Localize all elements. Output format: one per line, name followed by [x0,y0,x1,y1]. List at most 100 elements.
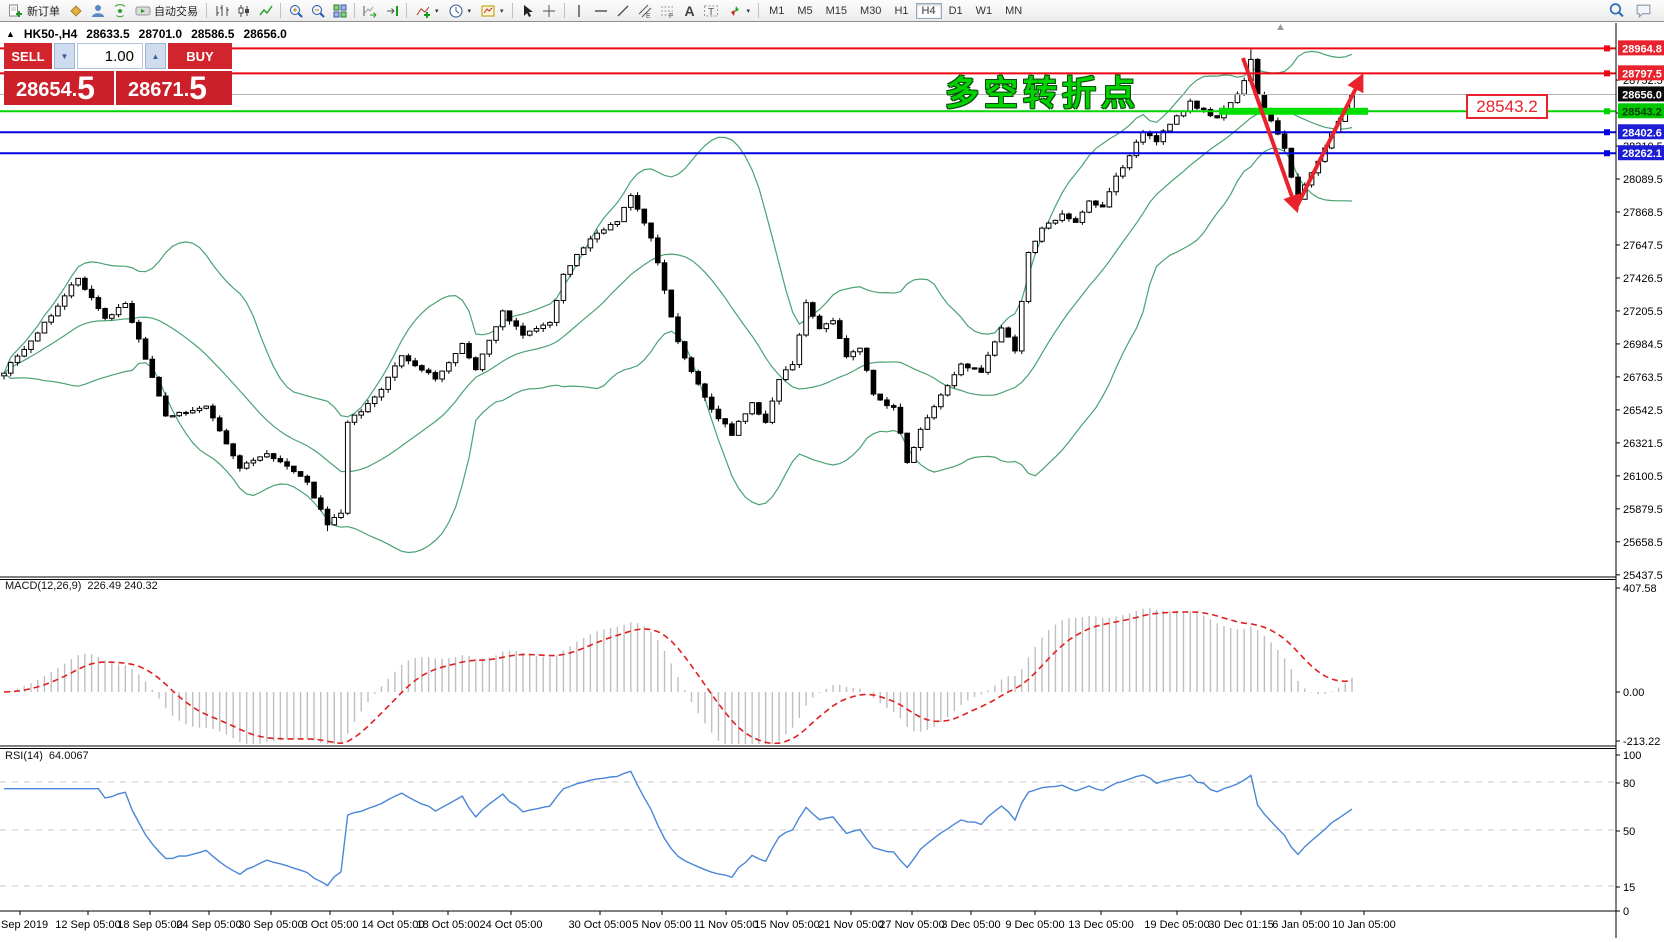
arrows-menu-button[interactable]: ▾ [723,1,755,21]
metaeditor-icon[interactable] [65,1,86,21]
time-tick-label: 30 Oct 05:00 [569,919,632,931]
timeframe-bar: M1M5M15M30H1H4D1W1MN [763,3,1028,19]
tf-button-m15[interactable]: M15 [820,3,853,19]
sell-price[interactable]: 28654. 5 [4,71,114,105]
buy-price[interactable]: 28671. 5 [116,71,232,105]
template-icon [480,3,496,19]
quote-close: 28656.0 [243,27,286,41]
toolbar-separator [512,3,513,18]
periods-menu-button[interactable]: ▾ [444,1,476,21]
bar-chart-type-icon[interactable] [211,1,232,21]
chat-icon[interactable] [1633,1,1654,21]
price-tick-label: 28089.5 [1623,174,1663,186]
cursor-icon[interactable] [517,1,538,21]
toolbar-separator [758,3,759,18]
tf-button-mn[interactable]: MN [999,3,1028,19]
price-axis-label-text: 28402.6 [1622,127,1662,139]
quote-open: 28633.5 [86,27,129,41]
time-tick-label: 30 Dec 01:15 [1208,919,1273,931]
text-tool-icon[interactable]: A [679,1,700,21]
equidistant-channel-tool-icon[interactable]: E [635,1,656,21]
chevron-down-icon: ▾ [468,7,472,15]
tf-button-h1[interactable]: H1 [888,3,914,19]
arrow-down-icon: ▼ [61,52,69,61]
arrow-up-icon: ▲ [152,52,160,61]
time-tick-label: 19 Dec 05:00 [1144,919,1209,931]
autotrading-icon [135,3,151,19]
sell-price-int: 28654. [16,77,77,103]
chart-area[interactable]: 28752.528531.528310.528089.527868.527647… [0,0,1664,942]
tile-windows-icon[interactable] [329,1,350,21]
search-icon[interactable] [1606,1,1627,21]
time-tick-label: 6 Sep 2019 [0,919,48,931]
trendline-tool-icon[interactable] [613,1,634,21]
autoscroll-icon[interactable] [359,1,380,21]
autotrading-button[interactable]: 自动交易 [131,1,202,21]
rsi-indicator-label: RSI(14) 64.0067 [5,750,89,762]
rsi-tick-label: 80 [1623,778,1635,790]
buy-button[interactable]: BUY [168,43,232,69]
rsi-tick-label: 15 [1623,882,1635,894]
price-tick-label: 26321.5 [1623,438,1663,450]
line-chart-type-icon[interactable] [255,1,276,21]
chart-shift-icon[interactable] [381,1,402,21]
volume-decrease-button[interactable]: ▼ [54,43,75,69]
time-tick-label: 12 Sep 05:00 [55,919,120,931]
rsi-name: RSI(14) [5,750,43,762]
vertical-line-tool-icon[interactable] [569,1,590,21]
svg-text:F: F [669,13,673,19]
time-tick-label: 24 Sep 05:00 [176,919,241,931]
chart-annotation-text: 多空转折点 [945,66,1140,115]
time-tick-label: 18 Sep 05:00 [117,919,182,931]
quote-bar[interactable]: ▲ HK50-,H4 28633.5 28701.0 28586.5 28656… [6,27,287,41]
sell-price-frac: 5 [77,73,95,103]
tf-button-m1[interactable]: M1 [763,3,790,19]
time-tick-label: 11 Nov 05:00 [694,919,759,931]
toolbar-right-icons [1606,1,1660,21]
tf-button-h4[interactable]: H4 [916,3,942,19]
chevron-down-icon: ▾ [435,7,439,15]
time-tick-label: 6 Jan 05:00 [1272,919,1330,931]
time-tick-label: 15 Nov 05:00 [754,919,819,931]
symbol-title: HK50-,H4 [24,27,77,41]
terminal-icon[interactable] [87,1,108,21]
toolbar: 新订单 自动交易 ▾ ▾ ▾ E F A T ▾ [0,0,1664,22]
zoom-in-icon[interactable] [285,1,306,21]
price-tick-label: 26984.5 [1623,339,1663,351]
collapse-marker-icon[interactable]: ▲ [6,29,15,39]
indicators-icon [415,3,431,19]
price-tick-label: 27205.5 [1623,306,1663,318]
fibonacci-tool-icon[interactable]: F [657,1,678,21]
macd-indicator-label: MACD(12,26,9) 226.49 240.32 [5,580,158,592]
toolbar-separator [406,3,407,18]
tf-button-d1[interactable]: D1 [943,3,969,19]
macd-tick-label: 0.00 [1623,687,1644,699]
time-tick-label: 18 Oct 05:00 [417,919,480,931]
toolbar-separator [354,3,355,18]
autotrading-label: 自动交易 [154,3,198,19]
sell-button[interactable]: SELL [4,43,52,69]
time-tick-label: 14 Oct 05:00 [362,919,425,931]
volume-input[interactable]: 1.00 [77,43,143,69]
candlestick-chart-type-icon[interactable] [233,1,254,21]
zoom-out-icon[interactable] [307,1,328,21]
quote-high: 28701.0 [139,27,182,41]
volume-increase-button[interactable]: ▲ [145,43,166,69]
price-tick-label: 25658.5 [1623,537,1663,549]
broadcast-icon[interactable] [109,1,130,21]
templates-menu-button[interactable]: ▾ [476,1,508,21]
price-tick-label: 25437.5 [1623,570,1663,582]
text-label-tool-icon[interactable]: T [701,1,722,21]
tf-button-w1[interactable]: W1 [970,3,999,19]
tf-button-m5[interactable]: M5 [791,3,818,19]
price-tick-label: 27868.5 [1623,207,1663,219]
rsi-tick-label: 100 [1623,750,1641,762]
crosshair-icon[interactable] [539,1,560,21]
tf-button-m30[interactable]: M30 [854,3,887,19]
svg-text:T: T [708,7,714,18]
chevron-down-icon: ▾ [747,7,751,15]
time-tick-label: 3 Dec 05:00 [941,919,1000,931]
indicators-menu-button[interactable]: ▾ [411,1,443,21]
horizontal-line-tool-icon[interactable] [591,1,612,21]
new-order-button[interactable]: 新订单 [4,1,64,21]
